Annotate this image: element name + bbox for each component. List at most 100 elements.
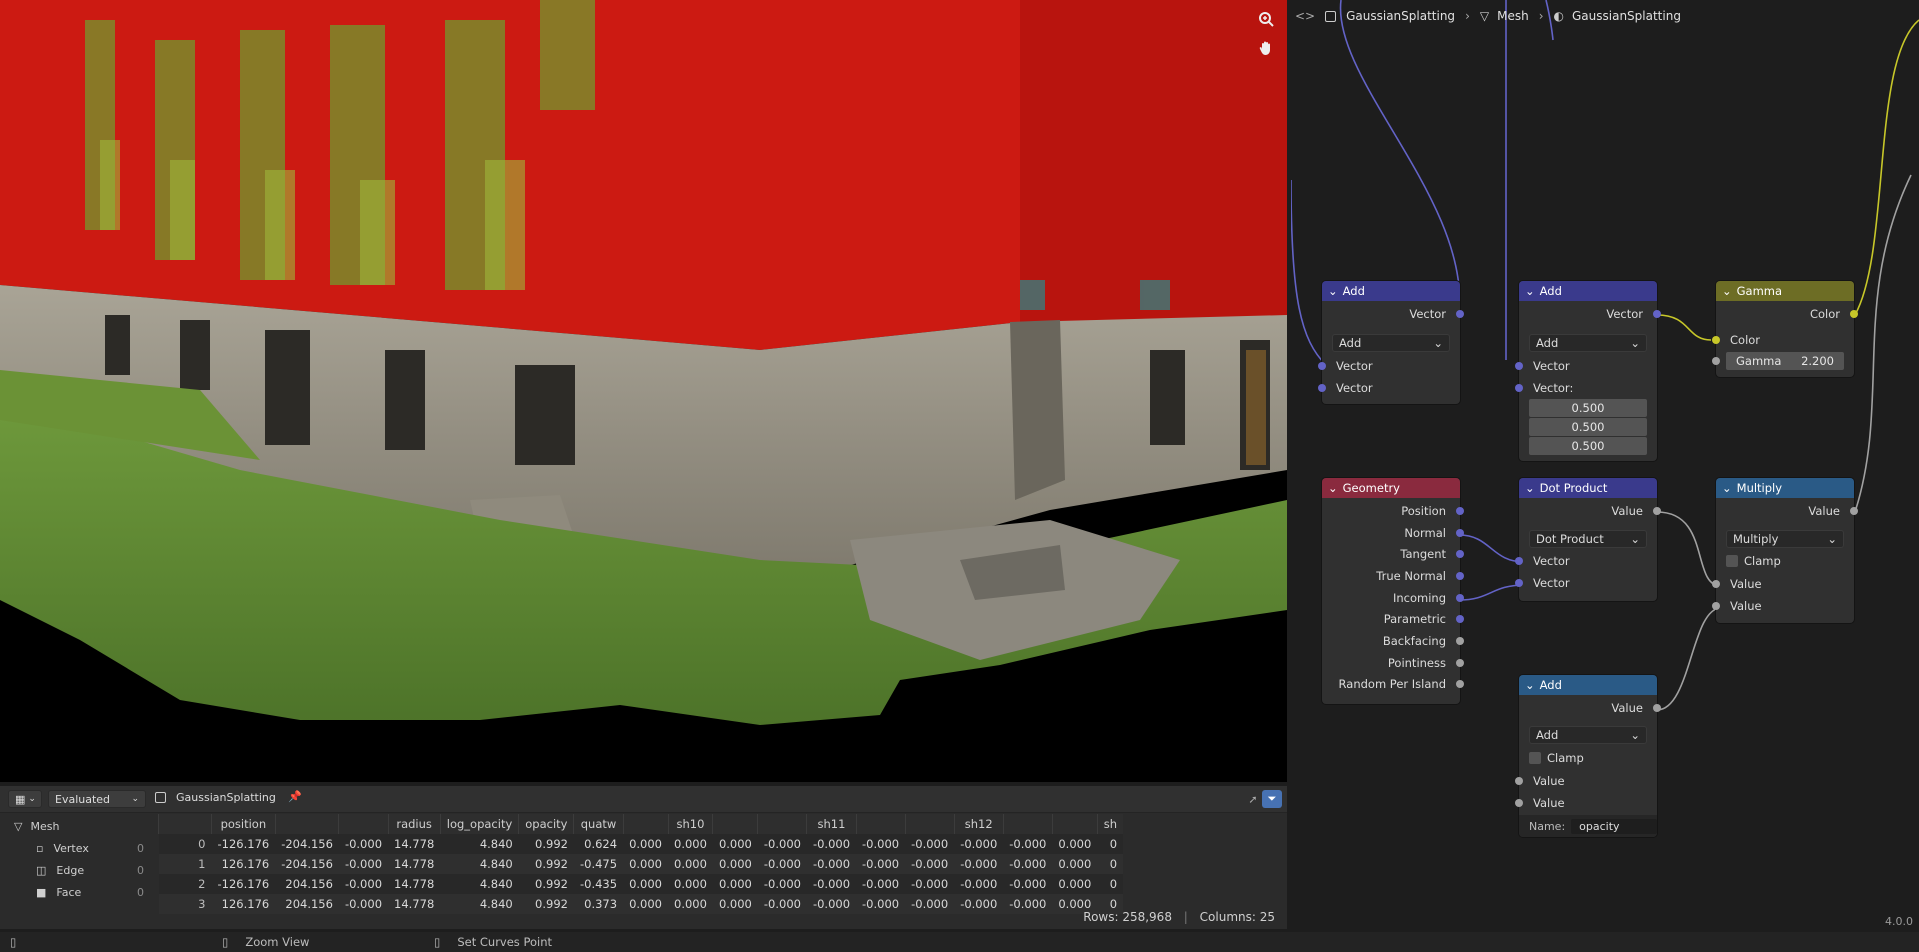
input-socket-vector[interactable]: Vector (1515, 573, 1570, 593)
input-socket-value[interactable]: Value (1712, 574, 1762, 594)
output-socket-normal[interactable]: Normal (1308, 523, 1464, 543)
socket-dot[interactable] (1712, 580, 1720, 588)
socket-dot[interactable] (1712, 336, 1720, 344)
socket-dot[interactable] (1456, 680, 1464, 688)
socket-dot[interactable] (1456, 550, 1464, 558)
node-header[interactable]: ⌄ Gamma (1716, 281, 1854, 301)
socket-dot[interactable] (1515, 362, 1523, 370)
output-socket-tangent[interactable]: Tangent (1308, 544, 1464, 564)
output-socket-parametric[interactable]: Parametric (1308, 609, 1464, 629)
input-socket-vector[interactable]: Vector (1318, 356, 1373, 376)
pin-icon[interactable]: 📌 (288, 790, 302, 803)
node-name-field[interactable]: Name: opacity (1519, 815, 1657, 837)
socket-dot[interactable] (1515, 384, 1523, 392)
breadcrumb-material[interactable]: GaussianSplatting (1572, 9, 1681, 23)
output-socket-position[interactable]: Position (1308, 501, 1464, 521)
filter-icon[interactable]: ⏷ (1262, 790, 1282, 808)
socket-dot[interactable] (1456, 594, 1464, 602)
socket-dot[interactable] (1318, 384, 1326, 392)
output-socket-true-normal[interactable]: True Normal (1308, 566, 1464, 586)
shader-node-editor[interactable]: <> GaussianSplatting › ▽ Mesh › ◐ Gaussi… (1291, 0, 1919, 930)
node-header[interactable]: ⌄ Dot Product (1519, 478, 1657, 498)
socket-dot[interactable] (1456, 310, 1464, 318)
output-socket-color[interactable]: Color (1702, 304, 1858, 324)
output-socket-incoming[interactable]: Incoming (1308, 588, 1464, 608)
socket-dot[interactable] (1850, 507, 1858, 515)
node-gamma[interactable]: ⌄ Gamma Color Color Gamma 2.200 (1712, 281, 1858, 377)
output-socket-value[interactable]: Value (1505, 698, 1661, 718)
vector-z-field[interactable]: 0.500 (1529, 437, 1647, 455)
output-socket-backfacing[interactable]: Backfacing (1308, 631, 1464, 651)
3d-viewport[interactable] (0, 0, 1287, 782)
output-socket-vector[interactable]: Vector (1308, 304, 1464, 324)
node-header[interactable]: ⌄ Multiply (1716, 478, 1854, 498)
node-multiply[interactable]: ⌄ Multiply Value Multiply ⌄ Clamp Value Va… (1712, 478, 1858, 623)
output-socket-pointiness[interactable]: Pointiness (1308, 653, 1464, 673)
sidebar-item-edge[interactable]: ◫ Edge 0 (36, 860, 148, 880)
socket-dot[interactable] (1456, 637, 1464, 645)
socket-dot[interactable] (1712, 357, 1720, 365)
socket-dot[interactable] (1318, 362, 1326, 370)
vector-y-field[interactable]: 0.500 (1529, 418, 1647, 436)
breadcrumb-mesh[interactable]: Mesh (1497, 9, 1529, 23)
input-socket-vector[interactable]: Vector (1515, 356, 1570, 376)
node-add-math[interactable]: ⌄ Add Value Add ⌄ Clamp Value Value Name: … (1515, 675, 1661, 837)
checkbox-box[interactable] (1529, 752, 1541, 764)
output-socket-value[interactable]: Value (1505, 501, 1661, 521)
socket-dot[interactable] (1456, 659, 1464, 667)
output-socket-vector[interactable]: Vector (1505, 304, 1661, 324)
output-socket-value[interactable]: Value (1702, 501, 1858, 521)
socket-dot[interactable] (1712, 602, 1720, 610)
evaluation-mode-dropdown[interactable]: Evaluated ⌄ (48, 790, 146, 808)
socket-dot[interactable] (1850, 310, 1858, 318)
socket-dot[interactable] (1456, 615, 1464, 623)
node-add-vector-1[interactable]: ⌄ Add Vector Add ⌄ Vector Vector (1318, 281, 1464, 404)
socket-dot[interactable] (1515, 557, 1523, 565)
input-socket-color[interactable]: Color (1712, 330, 1760, 350)
table-row[interactable]: 2 -126.176 204.156 -0.000 14.778 4.840 0.992 -0… (158, 874, 1124, 894)
sidebar-item-face[interactable]: ■ Face 0 (36, 882, 148, 902)
vector-x-field[interactable]: 0.500 (1529, 399, 1647, 417)
sidebar-item-vertex[interactable]: ▫ Vertex 0 (36, 838, 148, 858)
clamp-checkbox[interactable]: Clamp (1726, 552, 1781, 570)
socket-dot[interactable] (1515, 799, 1523, 807)
table-row[interactable]: 0 -126.176 -204.156 -0.000 14.778 4.840 0.992 0… (158, 834, 1124, 854)
operation-dropdown[interactable]: Add ⌄ (1332, 334, 1450, 352)
checkbox-box[interactable] (1726, 555, 1738, 567)
input-socket-vector[interactable]: Vector (1515, 551, 1570, 571)
socket-dot[interactable] (1515, 777, 1523, 785)
input-socket-value[interactable]: Value (1712, 596, 1762, 616)
breadcrumb-object[interactable]: GaussianSplatting (1346, 9, 1455, 23)
output-socket-random-per-island[interactable]: Random Per Island (1308, 674, 1464, 694)
socket-dot[interactable] (1653, 704, 1661, 712)
socket-dot[interactable] (1515, 579, 1523, 587)
table-row[interactable]: 1 126.176 -204.156 -0.000 14.778 4.840 0.992 -0… (158, 854, 1124, 874)
operation-dropdown[interactable]: Add ⌄ (1529, 334, 1647, 352)
node-add-vector-2[interactable]: ⌄ Add Vector Add ⌄ Vector Vector: 0.500 0.… (1515, 281, 1661, 461)
node-header[interactable]: ⌄ Add (1519, 281, 1657, 301)
zoom-icon[interactable] (1255, 8, 1277, 30)
node-geometry[interactable]: ⌄ Geometry Position Normal Tangent True N… (1322, 478, 1464, 704)
hand-icon[interactable] (1255, 37, 1277, 59)
socket-dot[interactable] (1456, 529, 1464, 537)
field-value[interactable]: opacity (1571, 818, 1657, 834)
input-socket-vector[interactable]: Vector (1318, 378, 1373, 398)
socket-dot[interactable] (1456, 572, 1464, 580)
operation-dropdown[interactable]: Add ⌄ (1529, 726, 1647, 744)
socket-dot[interactable] (1653, 507, 1661, 515)
editor-type-button[interactable]: ▦ ⌄ (8, 790, 42, 808)
table-row[interactable]: 3 126.176 204.156 -0.000 14.778 4.840 0.992 0.3… (158, 894, 1124, 914)
gamma-field[interactable]: Gamma 2.200 (1726, 352, 1844, 370)
socket-dot[interactable] (1456, 507, 1464, 515)
node-dot-product[interactable]: ⌄ Dot Product Value Dot Product ⌄ Vector V… (1515, 478, 1661, 601)
input-socket-value[interactable]: Value (1515, 771, 1565, 791)
node-header[interactable]: ⌄ Geometry (1322, 478, 1460, 498)
sidebar-item-mesh[interactable]: ▽ Mesh (14, 816, 59, 836)
node-header[interactable]: ⌄ Add (1322, 281, 1460, 301)
operation-dropdown[interactable]: Multiply ⌄ (1726, 530, 1844, 548)
node-header[interactable]: ⌄ Add (1519, 675, 1657, 695)
socket-dot[interactable] (1653, 310, 1661, 318)
input-socket-vector-values[interactable]: Vector: (1515, 378, 1573, 398)
operation-dropdown[interactable]: Dot Product ⌄ (1529, 530, 1647, 548)
input-socket-value[interactable]: Value (1515, 793, 1565, 813)
